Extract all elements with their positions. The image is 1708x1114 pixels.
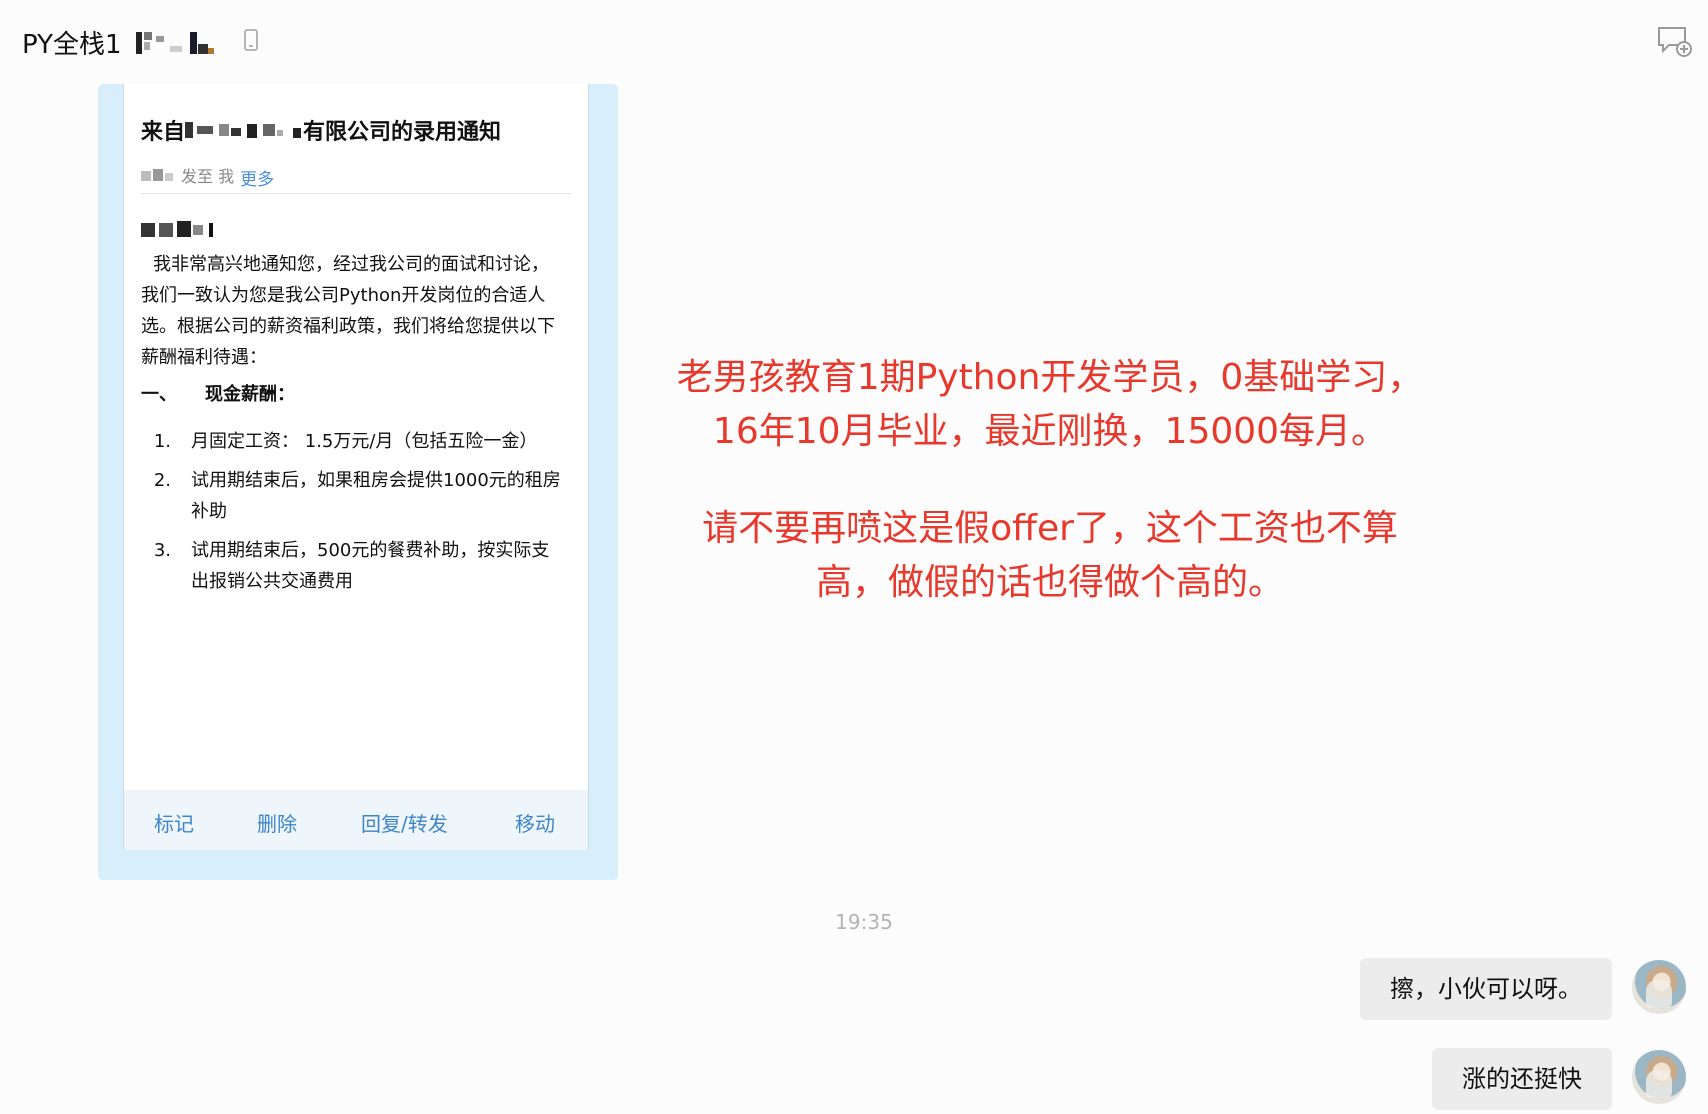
list-item-number: 3. — [153, 540, 171, 561]
annotation-line: 16年10月毕业，最近刚换，15000每月。 — [712, 411, 1388, 452]
message-timestamp: 19:35 — [835, 910, 893, 934]
mark-button[interactable]: 标记 — [154, 808, 194, 837]
annotation-paragraph-2: 请不要再喷这是假offer了，这个工资也不算 高，做假的话也得做个高的。 — [660, 502, 1440, 610]
annotation-paragraph-1: 老男孩教育1期Python开发学员，0基础学习， 16年10月毕业，最近刚换，1… — [660, 351, 1440, 459]
mail-recipient: 发至 我 — [181, 166, 235, 186]
chat-name: PY全栈1 — [22, 30, 122, 60]
mail-meta: 发至 我 更多 — [141, 162, 274, 190]
list-item: 2. 试用期结束后，如果租房会提供1000元的租房补助 — [141, 465, 566, 527]
sent-message[interactable]: 擦，小伙可以呀。 — [1360, 958, 1612, 1020]
list-item-text: 试用期结束后，500元的餐费补助，按实际支出报销公共交通费用 — [191, 540, 550, 592]
avatar[interactable] — [1632, 960, 1686, 1014]
list-item-text: 月固定工资： 1.5万元/月（包括五险一金） — [191, 431, 538, 452]
mail-subject: 来自 有限公司的录用通知 — [141, 114, 501, 146]
annotation-line: 老男孩教育1期Python开发学员，0基础学习， — [676, 357, 1424, 398]
blurred-name — [135, 30, 216, 56]
annotation-line: 请不要再喷这是假offer了，这个工资也不算 — [702, 508, 1398, 549]
move-button[interactable]: 移动 — [515, 808, 555, 837]
section-number: 一、 — [141, 384, 177, 405]
mail-toolbar: 标记 删除 回复/转发 移动 — [124, 790, 588, 850]
section-label: 现金薪酬： — [205, 384, 295, 405]
annotation-line: 高，做假的话也得做个高的。 — [815, 562, 1284, 603]
blurred-greeting — [141, 219, 217, 239]
message-text: 擦，小伙可以呀。 — [1390, 975, 1582, 1003]
chat-add-icon[interactable] — [1656, 25, 1692, 57]
offer-email-screenshot: 来自 有限公司的录用通知 发至 我 更多 我非常高兴地通知您，经过我公司的面试和… — [123, 84, 589, 850]
blurred-company — [185, 120, 303, 140]
mail-more-link[interactable]: 更多 — [240, 165, 274, 190]
message-text: 涨的还挺快 — [1462, 1065, 1582, 1093]
mail-subject-prefix: 来自 — [141, 120, 186, 145]
delete-button[interactable]: 删除 — [257, 808, 297, 837]
mail-body: 我非常高兴地通知您，经过我公司的面试和讨论，我们一致认为您是我公司Python开… — [141, 249, 566, 605]
blurred-sender — [141, 167, 177, 183]
list-item: 3. 试用期结束后，500元的餐费补助，按实际支出报销公共交通费用 — [141, 535, 566, 597]
avatar[interactable] — [1632, 1050, 1686, 1104]
list-item-text: 试用期结束后，如果租房会提供1000元的租房补助 — [191, 470, 561, 522]
phone-icon — [244, 29, 258, 51]
sent-message[interactable]: 涨的还挺快 — [1432, 1048, 1612, 1110]
list-item: 1. 月固定工资： 1.5万元/月（包括五险一金） — [141, 426, 566, 457]
chat-title: PY全栈1 — [22, 24, 216, 61]
mail-divider — [141, 193, 571, 194]
mail-intro: 我非常高兴地通知您，经过我公司的面试和讨论，我们一致认为您是我公司Python开… — [141, 254, 555, 368]
mail-subject-suffix: 有限公司的录用通知 — [303, 120, 502, 145]
list-item-number: 2. — [153, 470, 171, 491]
list-item-number: 1. — [153, 431, 171, 452]
reply-forward-button[interactable]: 回复/转发 — [361, 808, 448, 837]
section-title: 一、 现金薪酬： — [141, 379, 566, 410]
benefits-list: 1. 月固定工资： 1.5万元/月（包括五险一金） 2. 试用期结束后，如果租房… — [141, 426, 566, 597]
